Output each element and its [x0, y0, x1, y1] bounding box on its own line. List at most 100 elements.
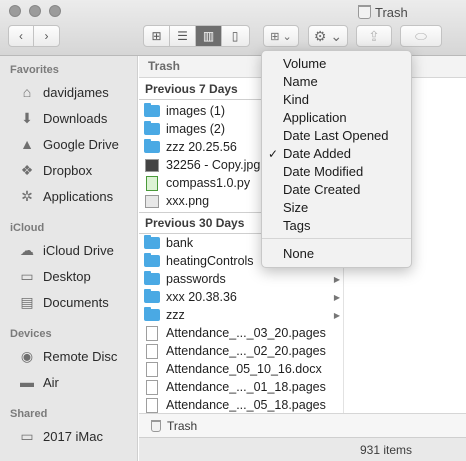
document-icon — [146, 379, 158, 395]
item-count: 931 items — [359, 443, 412, 457]
menu-item-tags[interactable]: Tags — [262, 217, 411, 235]
menu-item-none[interactable]: None — [262, 245, 411, 263]
minimize-window-button[interactable] — [29, 5, 41, 17]
document-icon — [146, 361, 158, 377]
image-file-icon — [145, 194, 159, 208]
cloud-icon: ☁ — [20, 241, 34, 258]
arrange-grid-icon: ⊞ ⌄ — [270, 30, 292, 43]
sidebar-item-2017-imac[interactable]: ▭ 2017 iMac — [18, 425, 103, 447]
sidebar-section-devices: Devices — [10, 328, 52, 340]
menu-item-name[interactable]: Name — [262, 73, 411, 91]
list-view-button[interactable]: ☰ — [170, 26, 196, 46]
sidebar-item-davidjames[interactable]: ⌂ davidjames — [18, 81, 109, 103]
coverflow-view-icon: ▯ — [231, 29, 239, 43]
home-icon: ⌂ — [22, 84, 32, 100]
image-file-icon — [145, 158, 159, 172]
arrange-button[interactable]: ⊞ ⌄ — [263, 25, 299, 47]
close-window-button[interactable] — [9, 5, 21, 17]
coverflow-view-button[interactable]: ▯ — [222, 26, 248, 46]
file-row-attendance-05-18[interactable]: Attendance_..._05_18.pages — [139, 396, 343, 413]
file-name: images (2) — [166, 122, 226, 136]
sidebar-item-documents[interactable]: ▤ Documents — [18, 291, 108, 313]
share-button[interactable]: ⇪ — [356, 25, 392, 47]
sidebar-item-label: Applications — [43, 188, 114, 204]
sidebar-item-label: Desktop — [43, 268, 91, 284]
menu-item-label: Tags — [283, 218, 311, 233]
file-row-xxx-20-38-36[interactable]: xxx 20.38.36 ▶ — [139, 288, 343, 306]
window-title-text: Trash — [375, 4, 408, 20]
file-name: Attendance_..._05_18.pages — [166, 398, 326, 412]
back-button[interactable]: ‹ — [9, 26, 35, 46]
document-icon — [146, 325, 158, 341]
file-row-attendance-05-10-16[interactable]: Attendance_05_10_16.docx — [139, 360, 343, 378]
column-view-button[interactable]: ▥ — [196, 26, 222, 46]
sidebar-item-icloud-drive[interactable]: ☁ iCloud Drive — [18, 239, 114, 261]
folder-icon — [144, 307, 160, 321]
menu-item-date-added[interactable]: ✓ Date Added — [262, 145, 411, 163]
tag-button[interactable]: ⬭ — [400, 25, 442, 47]
arrange-menu: Volume Name Kind Application Date Last O… — [261, 50, 412, 268]
file-row-attendance-03-20[interactable]: Attendance_..._03_20.pages — [139, 324, 343, 342]
sidebar-item-label: 2017 iMac — [43, 428, 103, 444]
python-file-icon — [146, 175, 158, 191]
document-icon — [146, 343, 158, 359]
sidebar-item-applications[interactable]: ✲ Applications — [18, 185, 113, 207]
folder-icon — [144, 139, 160, 153]
sidebar-item-google-drive[interactable]: ▲ Google Drive — [18, 133, 119, 155]
folder-icon — [144, 103, 160, 117]
sidebar-item-label: Air — [43, 374, 59, 390]
disclosure-arrow-icon: ▶ — [333, 274, 340, 284]
disclosure-arrow-icon: ▶ — [333, 310, 340, 320]
sidebar-item-desktop[interactable]: ▭ Desktop — [18, 265, 91, 287]
action-button[interactable]: ⚙ ⌄ — [308, 25, 348, 47]
sidebar-item-label: davidjames — [43, 84, 109, 100]
share-icon: ⇪ — [368, 27, 380, 44]
file-name: zzz — [166, 308, 185, 322]
file-row-attendance-01-18[interactable]: Attendance_..._01_18.pages — [139, 378, 343, 396]
sidebar-item-air[interactable]: ▬ Air — [18, 371, 59, 393]
menu-separator — [262, 238, 411, 239]
file-row-passwords[interactable]: passwords ▶ — [139, 270, 343, 288]
trash-icon — [358, 5, 371, 19]
menu-item-label: Date Created — [283, 182, 361, 197]
menu-item-application[interactable]: Application — [262, 109, 411, 127]
icon-view-button[interactable]: ⊞ — [144, 26, 170, 46]
gear-icon: ⚙ ⌄ — [313, 27, 343, 44]
toolbar: Trash ‹ › ⊞ ☰ ▥ ▯ ⊞ ⌄ ⚙ ⌄ ⇪ ⬭ — [0, 0, 466, 56]
folder-icon — [144, 253, 160, 267]
tag-icon: ⬭ — [415, 27, 427, 44]
sidebar-item-remote-disc[interactable]: ◉ Remote Disc — [18, 345, 118, 367]
file-name: xxx.png — [166, 194, 210, 208]
documents-icon: ▤ — [20, 293, 34, 310]
menu-item-date-modified[interactable]: Date Modified — [262, 163, 411, 181]
zoom-window-button[interactable] — [49, 5, 61, 17]
google-drive-icon: ▲ — [20, 136, 34, 152]
menu-item-date-last-opened[interactable]: Date Last Opened — [262, 127, 411, 145]
file-row-attendance-02-20[interactable]: Attendance_..._02_20.pages — [139, 342, 343, 360]
menu-item-label: Date Modified — [283, 164, 364, 179]
file-name: zzz 20.25.56 — [166, 140, 237, 154]
menu-item-date-created[interactable]: Date Created — [262, 181, 411, 199]
file-row-zzz[interactable]: zzz ▶ — [139, 306, 343, 324]
file-name: images (1) — [166, 104, 226, 118]
checkmark-icon: ✓ — [268, 147, 279, 161]
menu-item-label: Date Added — [283, 146, 351, 161]
file-name: Attendance_..._03_20.pages — [166, 326, 326, 340]
sidebar-item-downloads[interactable]: ⬇ Downloads — [18, 107, 107, 129]
desktop-icon: ▭ — [20, 267, 34, 284]
forward-button[interactable]: › — [34, 26, 59, 46]
sidebar-item-label: Dropbox — [43, 162, 93, 178]
menu-item-volume[interactable]: Volume — [262, 55, 411, 73]
path-bar: Trash — [139, 413, 466, 437]
path-bar-item-trash[interactable]: Trash — [167, 419, 197, 433]
menu-item-kind[interactable]: Kind — [262, 91, 411, 109]
trash-icon — [151, 419, 161, 432]
chevron-right-icon: › — [44, 29, 49, 43]
menu-item-label: Name — [283, 74, 318, 89]
applications-icon: ✲ — [21, 187, 33, 204]
folder-icon — [144, 121, 160, 135]
disclosure-arrow-icon: ▶ — [333, 292, 340, 302]
menu-item-size[interactable]: Size — [262, 199, 411, 217]
folder-icon — [144, 235, 160, 249]
sidebar-item-dropbox[interactable]: ❖ Dropbox — [18, 159, 92, 181]
